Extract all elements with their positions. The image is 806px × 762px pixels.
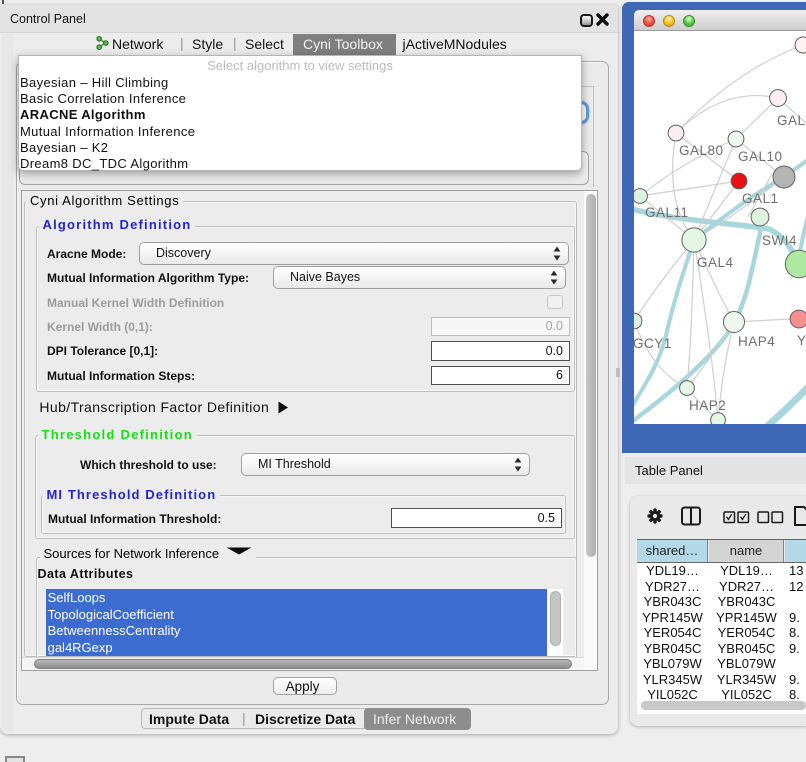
svg-text:GAL11: GAL11 <box>645 205 689 220</box>
svg-text:Y: Y <box>797 333 806 348</box>
svg-text:GAL4: GAL4 <box>697 255 734 270</box>
svg-text:GAL: GAL <box>777 113 806 128</box>
svg-text:HAP4: HAP4 <box>738 334 775 349</box>
svg-text:GAL10: GAL10 <box>738 149 783 164</box>
svg-text:HAP2: HAP2 <box>689 398 726 413</box>
svg-text:GAL80: GAL80 <box>679 143 724 158</box>
svg-text:GAL1: GAL1 <box>742 191 779 206</box>
svg-text:SWI4: SWI4 <box>762 233 797 248</box>
svg-text:GCY1: GCY1 <box>634 336 672 351</box>
